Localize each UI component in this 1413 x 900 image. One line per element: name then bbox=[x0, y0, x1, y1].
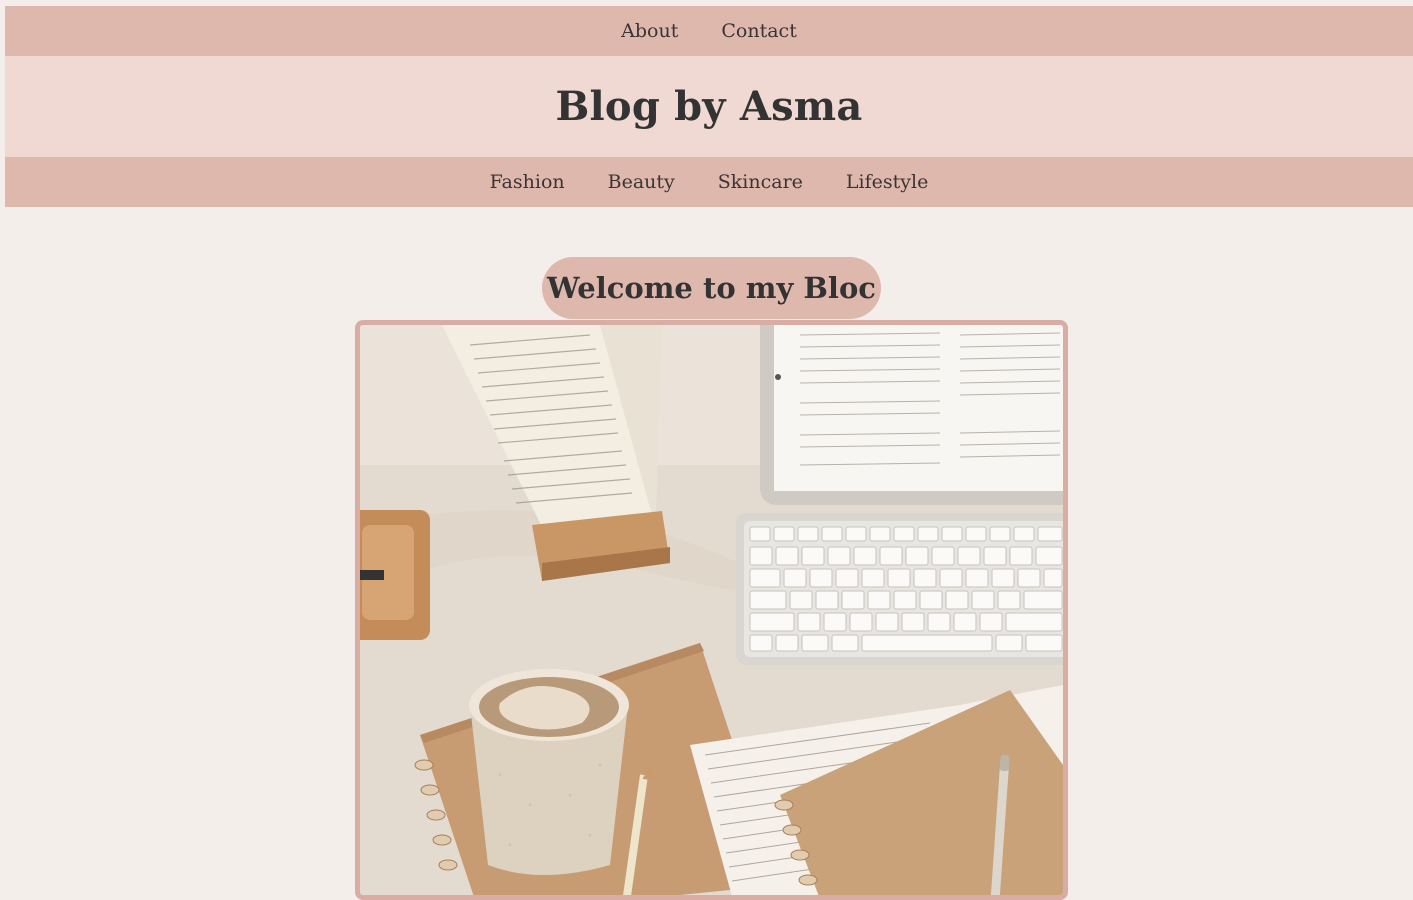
keyboard bbox=[736, 513, 1063, 665]
wooden-tray bbox=[360, 510, 430, 640]
coffee-cup bbox=[469, 669, 629, 875]
category-nav: Fashion Beauty Skincare Lifestyle bbox=[5, 157, 1413, 207]
nav-link-fashion[interactable]: Fashion bbox=[490, 171, 565, 193]
welcome-banner: Welcome to my Bloc bbox=[542, 257, 881, 319]
nav-link-lifestyle[interactable]: Lifestyle bbox=[846, 171, 928, 193]
tablet bbox=[760, 325, 1063, 505]
page-frame: About Contact Blog by Asma Fashion Beaut… bbox=[5, 6, 1413, 207]
nav-link-about[interactable]: About bbox=[621, 20, 678, 42]
nav-link-skincare[interactable]: Skincare bbox=[718, 171, 803, 193]
nav-link-contact[interactable]: Contact bbox=[721, 20, 796, 42]
welcome-heading: Welcome to my Bloc bbox=[547, 271, 876, 305]
site-title[interactable]: Blog by Asma bbox=[556, 83, 863, 130]
top-nav: About Contact bbox=[5, 6, 1413, 56]
hero-image bbox=[355, 320, 1068, 900]
site-header: Blog by Asma bbox=[5, 56, 1413, 157]
desk-flatlay-photo bbox=[360, 325, 1063, 895]
nav-link-beauty[interactable]: Beauty bbox=[608, 171, 675, 193]
